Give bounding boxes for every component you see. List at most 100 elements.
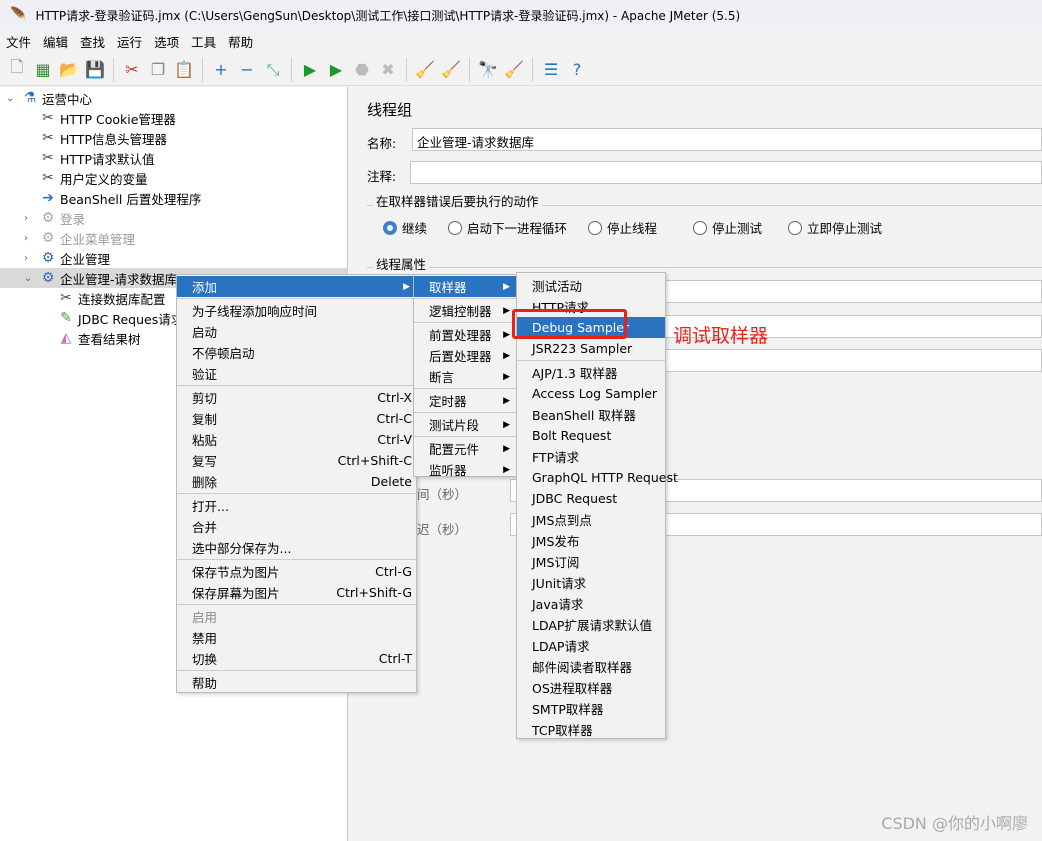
start-button[interactable]: ▶	[299, 59, 321, 81]
menu-0[interactable]: 文件	[0, 32, 37, 51]
menu-item[interactable]: 配置元件 ▶	[414, 438, 516, 459]
menu-item[interactable]: FTP请求	[517, 446, 665, 467]
expand-button[interactable]: +	[210, 59, 232, 81]
tree-node[interactable]: ✎ JDBC Reques请求	[42, 308, 183, 328]
menu-item[interactable]: 邮件阅读者取样器	[517, 656, 665, 677]
open-button[interactable]: 📂	[58, 59, 80, 81]
tree-node[interactable]: ◭ 查看结果树	[42, 328, 141, 348]
paste-button[interactable]: 📋	[173, 59, 195, 81]
menu-item[interactable]: Bolt Request	[517, 425, 665, 446]
menu-item[interactable]: 合并	[177, 516, 416, 537]
menu-item[interactable]: 前置处理器 ▶	[414, 324, 516, 345]
menu-item[interactable]: 帮助	[177, 672, 416, 693]
menu-item[interactable]: GraphQL HTTP Request	[517, 467, 678, 488]
menu-item[interactable]: JMS点到点	[517, 509, 665, 530]
menu-item[interactable]: TCP取样器	[517, 719, 665, 740]
menu-3[interactable]: 运行	[111, 32, 148, 51]
menu-item[interactable]: JUnit请求	[517, 572, 665, 593]
menu-item[interactable]: 粘贴 Ctrl-V	[177, 429, 416, 450]
menu-item[interactable]: 切换 Ctrl-T	[177, 648, 416, 669]
menu-item[interactable]: AJP/1.3 取样器	[517, 362, 665, 383]
error-action-radio[interactable]: 停止线程	[588, 218, 657, 237]
error-action-radio[interactable]: 继续	[383, 218, 427, 237]
menu-item[interactable]: 剪切 Ctrl-X	[177, 387, 416, 408]
menu-item[interactable]: JMS订阅	[517, 551, 665, 572]
expand-toggle-icon[interactable]: ›	[24, 213, 38, 224]
expand-toggle-icon[interactable]: ⌄	[6, 93, 20, 104]
toggle-button[interactable]: ⤡	[262, 59, 284, 81]
radio-button[interactable]	[448, 220, 462, 235]
menu-6[interactable]: 帮助	[222, 32, 259, 51]
name-input[interactable]: 企业管理-请求数据库	[412, 128, 1042, 151]
tree-node[interactable]: › ⚙ 企业管理	[24, 248, 110, 268]
menu-item[interactable]: 测试活动	[517, 275, 665, 296]
tree-node[interactable]: ✂ HTTP Cookie管理器	[24, 108, 176, 128]
menu-item[interactable]: SMTP取样器	[517, 698, 665, 719]
menu-4[interactable]: 选项	[148, 32, 185, 51]
cut-button[interactable]: ✂	[121, 59, 143, 81]
radio-button[interactable]	[383, 220, 397, 235]
tree-node[interactable]: ✂ HTTP请求默认值	[24, 148, 154, 168]
error-action-radio[interactable]: 停止测试	[693, 218, 762, 237]
menu-item[interactable]: 选中部分保存为...	[177, 537, 416, 558]
menu-item[interactable]: 启动	[177, 321, 416, 342]
menu-item[interactable]: JMS发布	[517, 530, 665, 551]
comment-input[interactable]	[410, 161, 1042, 184]
expand-toggle-icon[interactable]: ›	[24, 233, 38, 244]
menu-item[interactable]: 为子线程添加响应时间	[177, 300, 416, 321]
clear-all-button[interactable]: 🧹	[440, 59, 462, 81]
error-action-radio[interactable]: 启动下一进程循环	[448, 218, 567, 237]
menu-2[interactable]: 查找	[74, 32, 111, 51]
menu-item[interactable]: LDAP请求	[517, 635, 665, 656]
search-button[interactable]: 🔭	[477, 59, 499, 81]
copy-button[interactable]: ❐	[147, 59, 169, 81]
help-button[interactable]: ?	[566, 59, 588, 81]
threads-input[interactable]	[665, 280, 1042, 303]
menu-item[interactable]: 验证	[177, 363, 416, 384]
menu-item[interactable]: Access Log Sampler	[517, 383, 665, 404]
clear-button[interactable]: 🧹	[414, 59, 436, 81]
menu-item[interactable]: JSR223 Sampler	[517, 338, 665, 359]
radio-button[interactable]	[788, 220, 802, 235]
menu-item[interactable]: 禁用	[177, 627, 416, 648]
menu-item[interactable]: Java请求	[517, 593, 665, 614]
menu-item[interactable]: JDBC Request	[517, 488, 665, 509]
error-action-radio[interactable]: 立即停止测试	[788, 218, 882, 237]
menu-item[interactable]: 删除 Delete	[177, 471, 416, 492]
menu-item[interactable]: 保存节点为图片 Ctrl-G	[177, 561, 416, 582]
menu-item[interactable]: 打开...	[177, 495, 416, 516]
menu-item[interactable]: 复写 Ctrl+Shift-C	[177, 450, 416, 471]
radio-button[interactable]	[588, 220, 602, 235]
menu-1[interactable]: 编辑	[37, 32, 74, 51]
menu-item[interactable]: OS进程取样器	[517, 677, 665, 698]
menu-item[interactable]: LDAP扩展请求默认值	[517, 614, 665, 635]
function-helper-button[interactable]: ☰	[540, 59, 562, 81]
expand-toggle-icon[interactable]: ⌄	[24, 273, 38, 284]
radio-button[interactable]	[693, 220, 707, 235]
menu-item[interactable]: 不停顿启动	[177, 342, 416, 363]
menu-item[interactable]: 监听器 ▶	[414, 459, 516, 480]
menu-5[interactable]: 工具	[185, 32, 222, 51]
stop-button[interactable]: ⬣	[351, 59, 373, 81]
menu-item[interactable]: BeanShell 取样器	[517, 404, 665, 425]
tree-node[interactable]: ➔ BeanShell 后置处理程序	[24, 188, 201, 208]
tree-node[interactable]: ✂ 用户定义的变量	[24, 168, 147, 188]
tree-node[interactable]: › ⚙ 登录	[24, 208, 85, 228]
menu-item[interactable]: 逻辑控制器 ▶	[414, 300, 516, 321]
menu-item[interactable]: 定时器 ▶	[414, 390, 516, 411]
start-no-pause-button[interactable]: ▶	[325, 59, 347, 81]
shutdown-button[interactable]: ✖	[377, 59, 399, 81]
save-button[interactable]: 💾	[84, 59, 106, 81]
tree-node[interactable]: ✂ HTTP信息头管理器	[24, 128, 167, 148]
menu-item[interactable]: 添加 ▶	[177, 276, 416, 297]
menu-item[interactable]: 断言 ▶	[414, 366, 516, 387]
collapse-button[interactable]: −	[236, 59, 258, 81]
expand-toggle-icon[interactable]: ›	[24, 253, 38, 264]
templates-button[interactable]: ▦	[32, 59, 54, 81]
reset-search-button[interactable]: 🧹	[503, 59, 525, 81]
menu-item[interactable]: 测试片段 ▶	[414, 414, 516, 435]
tree-node[interactable]: ✂ 连接数据库配置	[42, 288, 165, 308]
menu-item[interactable]: 复制 Ctrl-C	[177, 408, 416, 429]
menu-item[interactable]: 后置处理器 ▶	[414, 345, 516, 366]
tree-node[interactable]: › ⚙ 企业菜单管理	[24, 228, 135, 248]
